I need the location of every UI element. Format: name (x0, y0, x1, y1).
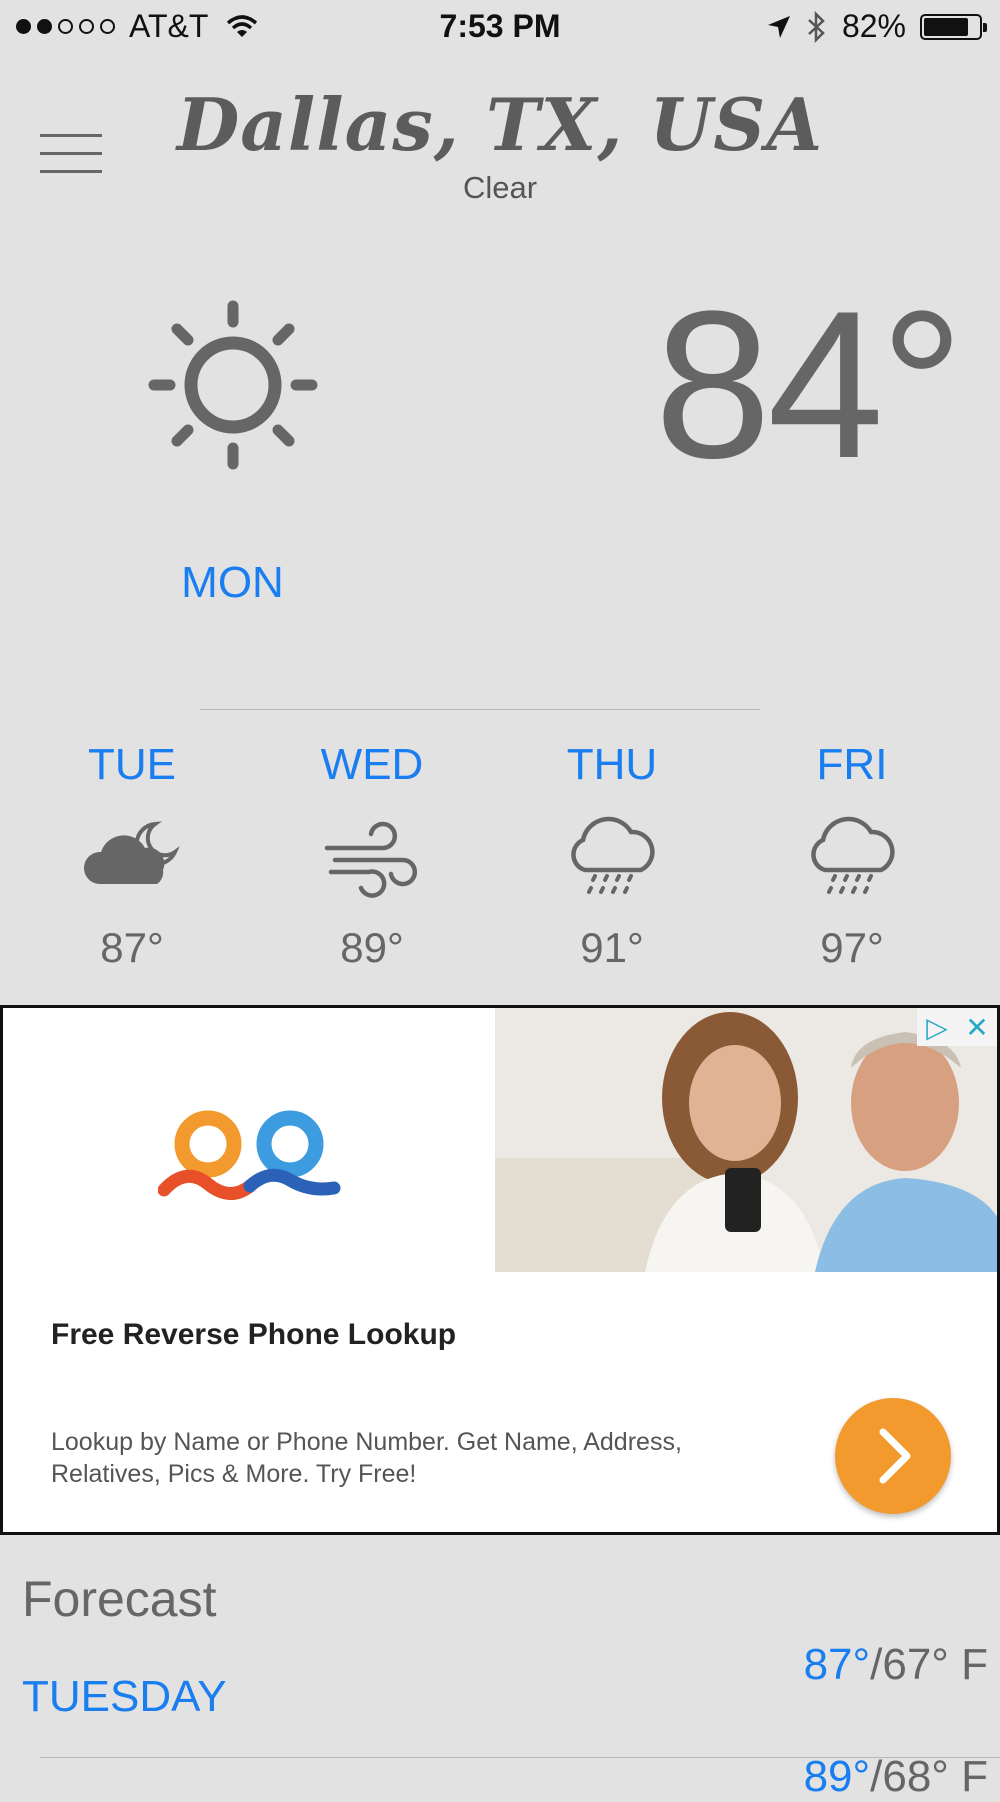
day-temp: 97° (820, 924, 884, 971)
weather-condition: Clear (462, 170, 538, 205)
wind-icon (324, 821, 418, 898)
day-name: WED (320, 740, 424, 789)
day-thu[interactable]: THU 91° (512, 740, 712, 972)
day-fri[interactable]: FRI 97° (752, 740, 952, 972)
bluetooth-icon (808, 10, 825, 43)
status-bar: AT&T 7:53 PM 82% (0, 0, 1000, 54)
ad-banner[interactable]: ▷ ✕ Free Reverse Phone Lookup Lookup by … (0, 1005, 1000, 1535)
forecast-day[interactable]: TUESDAY (22, 1672, 227, 1722)
day-temp: 91° (580, 924, 644, 971)
cloudy-night-icon (83, 821, 180, 884)
day-temp: 89° (340, 924, 404, 971)
sun-icon (148, 300, 318, 470)
ad-badges: ▷ ✕ (917, 1008, 997, 1046)
ad-photo-art (495, 1008, 997, 1272)
battery-level (924, 17, 969, 36)
ad-cta-button[interactable] (835, 1398, 951, 1514)
location-title[interactable]: Dallas, TX, USA (0, 82, 1000, 167)
forecast-low: 68° F (882, 1752, 988, 1801)
ad-title[interactable]: Free Reverse Phone Lookup (51, 1318, 456, 1352)
forecast-low: 67° F (882, 1640, 988, 1689)
location-arrow-icon (767, 15, 790, 38)
ad-logo-icon (158, 1110, 341, 1200)
forecast-high: 89° (803, 1752, 871, 1801)
day-name: THU (566, 740, 658, 789)
battery-percent: 82% (841, 8, 906, 44)
rain-cloud-icon (571, 816, 655, 894)
forecast-heading: Forecast (22, 1571, 217, 1627)
forecast-temp: 89°/68° F (803, 1752, 988, 1801)
divider (200, 709, 760, 710)
status-right: 82% (766, 8, 987, 45)
chevron-right-icon (879, 1428, 911, 1484)
day-name: FRI (816, 740, 888, 789)
day-tue[interactable]: TUE 87° (32, 740, 232, 972)
day-name: TUE (88, 740, 176, 789)
current-temperature: 84° (654, 267, 964, 502)
close-icon[interactable]: ✕ (957, 1008, 997, 1046)
battery-icon (920, 13, 987, 40)
day-wed[interactable]: WED 89° (272, 740, 472, 972)
ad-description: Lookup by Name or Phone Number. Get Name… (51, 1428, 682, 1488)
day-temp: 87° (100, 924, 164, 971)
ad-image[interactable] (495, 1008, 997, 1272)
forecast-high: 87° (803, 1640, 871, 1689)
adchoices-icon[interactable]: ▷ (917, 1008, 957, 1046)
rain-cloud-icon (811, 816, 895, 894)
forecast-temp: 87°/67° F (803, 1640, 988, 1689)
current-day[interactable]: MON (150, 558, 315, 608)
